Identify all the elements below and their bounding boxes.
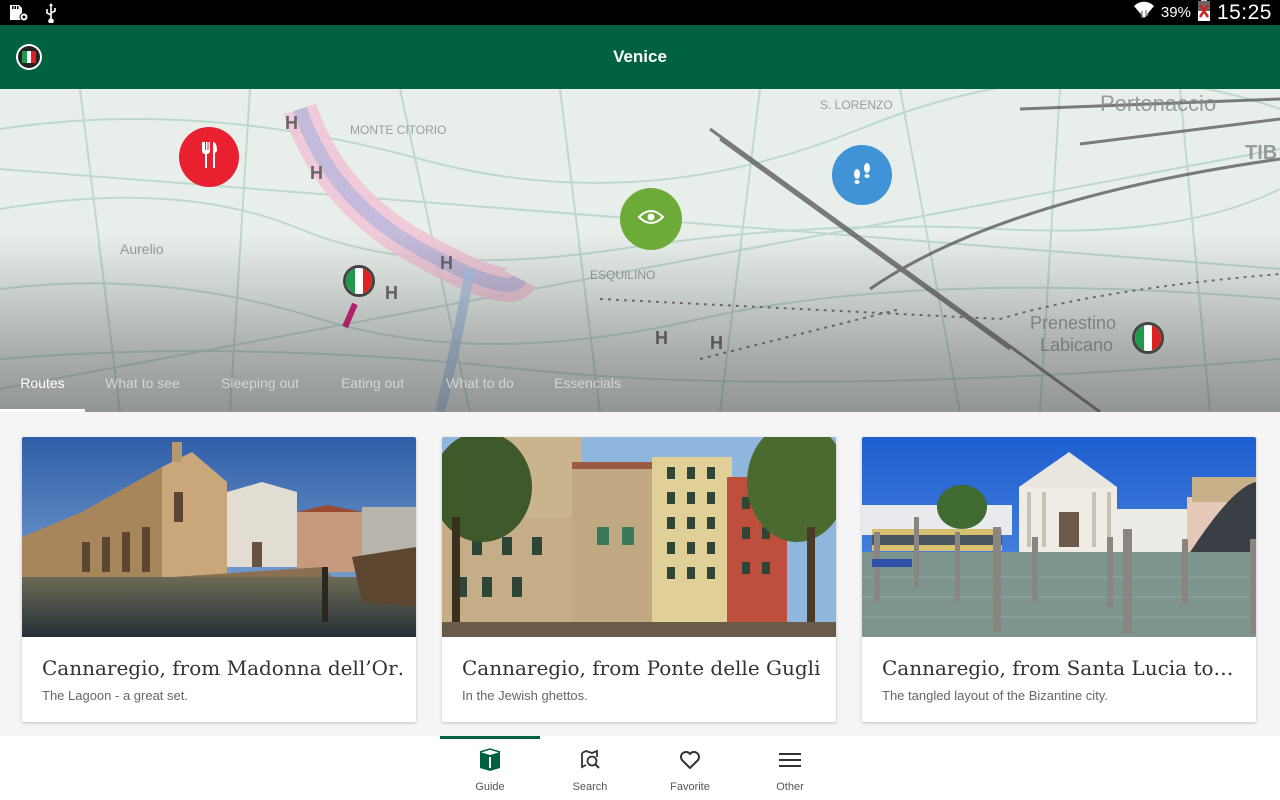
italian-flag-icon: [346, 268, 372, 294]
battery-percent: 39%: [1160, 4, 1191, 21]
sd-card-settings-icon: [8, 4, 30, 27]
route-card[interactable]: Cannaregio, from Ponte delle Gugli… In t…: [442, 437, 836, 722]
category-tabs: Routes What to see Sleeping out Eating o…: [0, 361, 1280, 412]
battery-charging-icon: [1197, 0, 1211, 26]
grand-canal-church-photo: [862, 437, 1256, 637]
italian-flag-icon: [1135, 325, 1161, 351]
book-icon: [478, 748, 502, 772]
tab-eating-out[interactable]: Eating out: [320, 361, 425, 412]
map-pin-what-to-see[interactable]: [620, 188, 682, 250]
bottom-navigation: Guide Search Favorite Other: [0, 736, 1280, 800]
route-subtitle: In the Jewish ghettos.: [462, 688, 588, 703]
heart-icon: [678, 748, 702, 772]
route-subtitle: The tangled layout of the Bizantine city…: [882, 688, 1108, 703]
nav-search[interactable]: Search: [540, 736, 640, 800]
routes-list: Cannaregio, from Madonna dell’Or… The La…: [0, 412, 1280, 736]
footprints-icon: [851, 161, 873, 190]
nav-label: Guide: [475, 781, 505, 793]
app-bar: Venice: [0, 25, 1280, 89]
route-title: Cannaregio, from Santa Lucia to…: [882, 656, 1234, 680]
map-search-icon: [578, 748, 602, 772]
ghetto-buildings-photo: [442, 437, 836, 637]
active-nav-indicator: [440, 736, 540, 739]
nav-label: Other: [776, 781, 804, 793]
map-pin-route-start[interactable]: [343, 265, 375, 297]
map-header[interactable]: Portonaccio TIB Aurelio S. LORENZO Prene…: [0, 89, 1280, 412]
tab-essencials[interactable]: Essencials: [535, 361, 640, 412]
nav-guide[interactable]: Guide: [440, 736, 540, 800]
map-pin-what-to-do[interactable]: [832, 145, 892, 205]
tab-routes[interactable]: Routes: [0, 361, 85, 412]
route-card[interactable]: Cannaregio, from Madonna dell’Or… The La…: [22, 437, 416, 722]
route-title: Cannaregio, from Ponte delle Gugli…: [462, 656, 822, 680]
page-title: Venice: [613, 47, 667, 66]
tab-what-to-do[interactable]: What to do: [425, 361, 535, 412]
status-bar: 39% 15:25: [0, 0, 1280, 25]
fork-knife-icon: [200, 141, 218, 174]
route-subtitle: The Lagoon - a great set.: [42, 688, 188, 703]
nav-favorite[interactable]: Favorite: [640, 736, 740, 800]
menu-icon: [778, 748, 802, 772]
eye-icon: [637, 209, 665, 230]
route-title: Cannaregio, from Madonna dell’Or…: [42, 656, 402, 680]
clock: 15:25: [1216, 0, 1272, 24]
nav-label: Favorite: [670, 781, 710, 793]
tab-what-to-see[interactable]: What to see: [85, 361, 200, 412]
map-pin-eating[interactable]: [179, 127, 239, 187]
nav-label: Search: [572, 781, 608, 793]
church-by-canal-photo: [22, 437, 416, 637]
nav-other[interactable]: Other: [740, 736, 840, 800]
map-pin-route-end[interactable]: [1132, 322, 1164, 354]
wifi-icon: [1133, 0, 1155, 25]
route-card[interactable]: Cannaregio, from Santa Lucia to… The tan…: [862, 437, 1256, 722]
tab-sleeping-out[interactable]: Sleeping out: [200, 361, 320, 412]
